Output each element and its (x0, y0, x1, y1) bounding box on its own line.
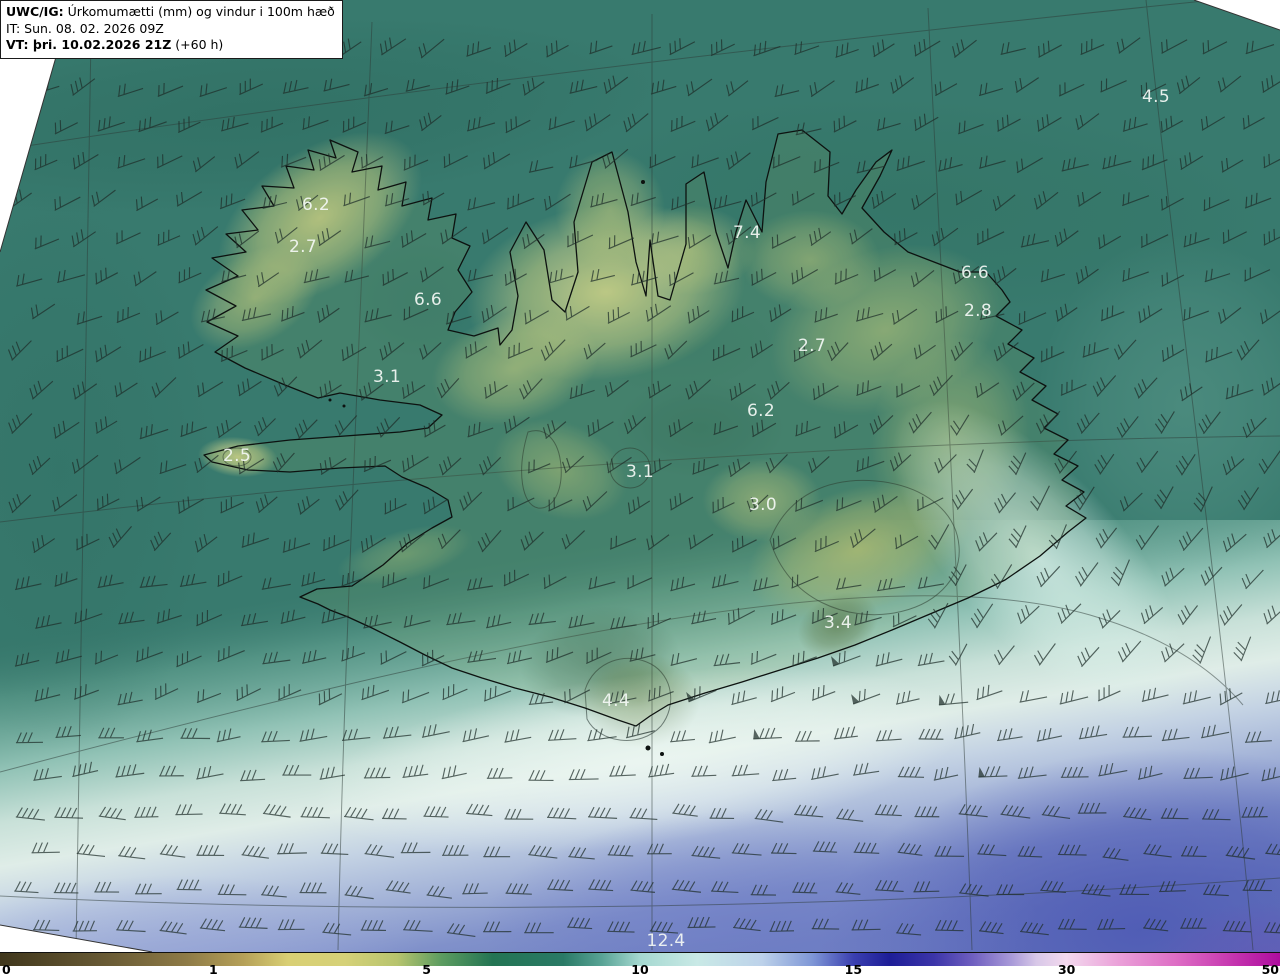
init-time: Sun. 08. 02. 2026 09Z (24, 20, 164, 36)
colorbar-tick: 10 (631, 962, 649, 977)
title-box: UWC/IG: Úrkomumætti (mm) og vindur i 100… (0, 0, 343, 59)
weather-map-page: 4.5 6.2 2.7 7.4 6.6 2.8 6.6 2.7 3.1 6.2 2.5 3.1 3.0 3… (0, 0, 1280, 978)
colorbar-tick: 5 (422, 962, 432, 977)
contour-label: 2.5 (223, 446, 251, 466)
colorbar-tick-labels: 0 1 5 10 15 30 50 (0, 962, 1280, 978)
colorbar-tick: 0 (2, 962, 11, 977)
contour-label: 4.4 (602, 691, 630, 711)
contour-label: 3.1 (626, 462, 654, 482)
contour-label: 2.7 (798, 336, 826, 356)
map-title: Úrkomumætti (mm) og vindur i 100m hæð (67, 4, 335, 19)
init-label: IT: (6, 20, 21, 36)
colorbar-tick: 15 (844, 962, 863, 977)
contour-label: 12.4 (646, 931, 686, 951)
valid-time-line: VT: þri. 10.02.2026 21Z (+60 h) (6, 37, 335, 54)
contour-label: 3.0 (749, 495, 777, 515)
valid-time: þri. 10.02.2026 21Z (32, 37, 172, 52)
contour-label: 3.4 (824, 613, 852, 633)
colorbar-tick: 30 (1057, 962, 1076, 977)
contour-label: 3.1 (373, 367, 401, 387)
contour-label: 2.7 (289, 237, 317, 257)
title-line: UWC/IG: Úrkomumætti (mm) og vindur i 100… (6, 4, 335, 21)
valid-time-bold: VT: þri. 10.02.2026 21Z (6, 37, 171, 52)
contour-label: 7.4 (733, 223, 761, 243)
contour-label: 4.5 (1142, 87, 1170, 107)
product-code: UWC/IG: (6, 4, 64, 19)
colorbar-tick: 50 (1261, 962, 1279, 977)
contour-label: 6.6 (414, 290, 442, 310)
valid-offset: (+60 h) (175, 37, 224, 52)
contour-label: 2.8 (964, 301, 992, 321)
init-time-line: IT: Sun. 08. 02. 2026 09Z (6, 21, 335, 38)
colorbar-tick: 1 (208, 962, 218, 977)
contour-label: 6.2 (747, 401, 775, 421)
contour-label: 6.2 (302, 195, 330, 215)
contour-label: 6.6 (961, 263, 989, 283)
valid-label: VT: (6, 37, 29, 52)
